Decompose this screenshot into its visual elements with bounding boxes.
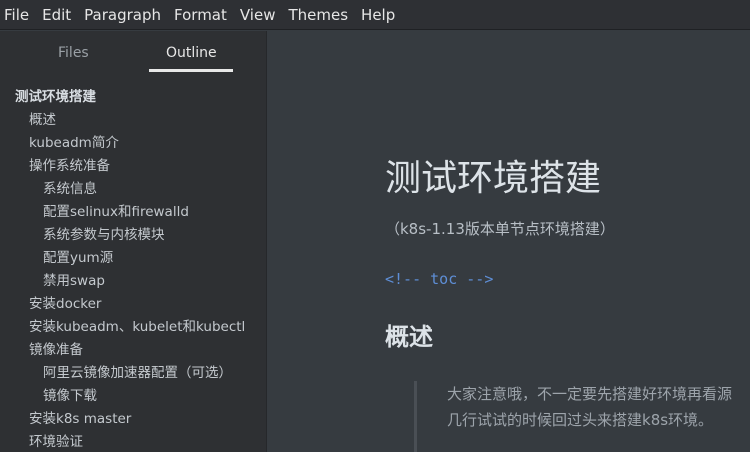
outline-item[interactable]: 概述 — [0, 109, 267, 132]
menu-format[interactable]: Format — [173, 0, 233, 30]
document-subtitle: （k8s-1.13版本单节点环境搭建） — [385, 220, 615, 238]
blockquote-line: 几行试试的时候回过头来搭建k8s环境。 — [447, 411, 714, 429]
outline-item[interactable]: 测试环境搭建 — [0, 86, 267, 109]
menu-view[interactable]: View — [239, 0, 282, 30]
outline-item[interactable]: 系统信息 — [0, 178, 267, 201]
blockquote-line: 大家注意哦，不一定要先搭建好环境再看源 — [447, 385, 733, 403]
menu-paragraph[interactable]: Paragraph — [83, 0, 167, 30]
outline-item[interactable]: kubeadm简介 — [0, 132, 267, 155]
outline-item[interactable]: 环境验证 — [0, 431, 267, 452]
blockquote: 大家注意哦，不一定要先搭建好环境再看源 几行试试的时候回过头来搭建k8s环境。 — [414, 381, 750, 452]
editor-pane[interactable]: 测试环境搭建 （k8s-1.13版本单节点环境搭建） <!-- toc --> … — [268, 31, 750, 452]
outline-item[interactable]: 镜像准备 — [0, 339, 267, 362]
outline-item[interactable]: 配置selinux和firewalld — [0, 201, 267, 224]
tab-files[interactable]: Files — [58, 45, 89, 61]
section-heading: 概述 — [385, 323, 433, 351]
outline-list: 测试环境搭建 概述 kubeadm简介 操作系统准备 系统信息 配置selinux和fir… — [0, 86, 267, 452]
menu-help[interactable]: Help — [360, 0, 401, 30]
toc-comment: <!-- toc --> — [385, 270, 494, 288]
menu-edit[interactable]: Edit — [41, 0, 77, 30]
outline-item[interactable]: 禁用swap — [0, 270, 267, 293]
menu-themes[interactable]: Themes — [287, 0, 354, 30]
sidebar-tabs: Files Outline — [0, 31, 266, 81]
active-tab-indicator — [149, 69, 233, 72]
outline-item[interactable]: 操作系统准备 — [0, 155, 267, 178]
outline-item[interactable]: 安装kubeadm、kubelet和kubectl — [0, 316, 267, 339]
outline-item[interactable]: 安装docker — [0, 293, 267, 316]
outline-item[interactable]: 安装k8s master — [0, 408, 267, 431]
tab-outline[interactable]: Outline — [166, 45, 217, 61]
outline-item[interactable]: 阿里云镜像加速器配置（可选） — [0, 362, 267, 385]
document-title: 测试环境搭建 — [385, 158, 602, 199]
outline-item[interactable]: 镜像下载 — [0, 385, 267, 408]
sidebar: Files Outline 测试环境搭建 概述 kubeadm简介 操作系统准备 系统信… — [0, 31, 267, 452]
menu-bar: File Edit Paragraph Format View Themes H… — [0, 0, 750, 30]
outline-item[interactable]: 配置yum源 — [0, 247, 267, 270]
outline-item[interactable]: 系统参数与内核模块 — [0, 224, 267, 247]
menu-file[interactable]: File — [3, 0, 35, 30]
